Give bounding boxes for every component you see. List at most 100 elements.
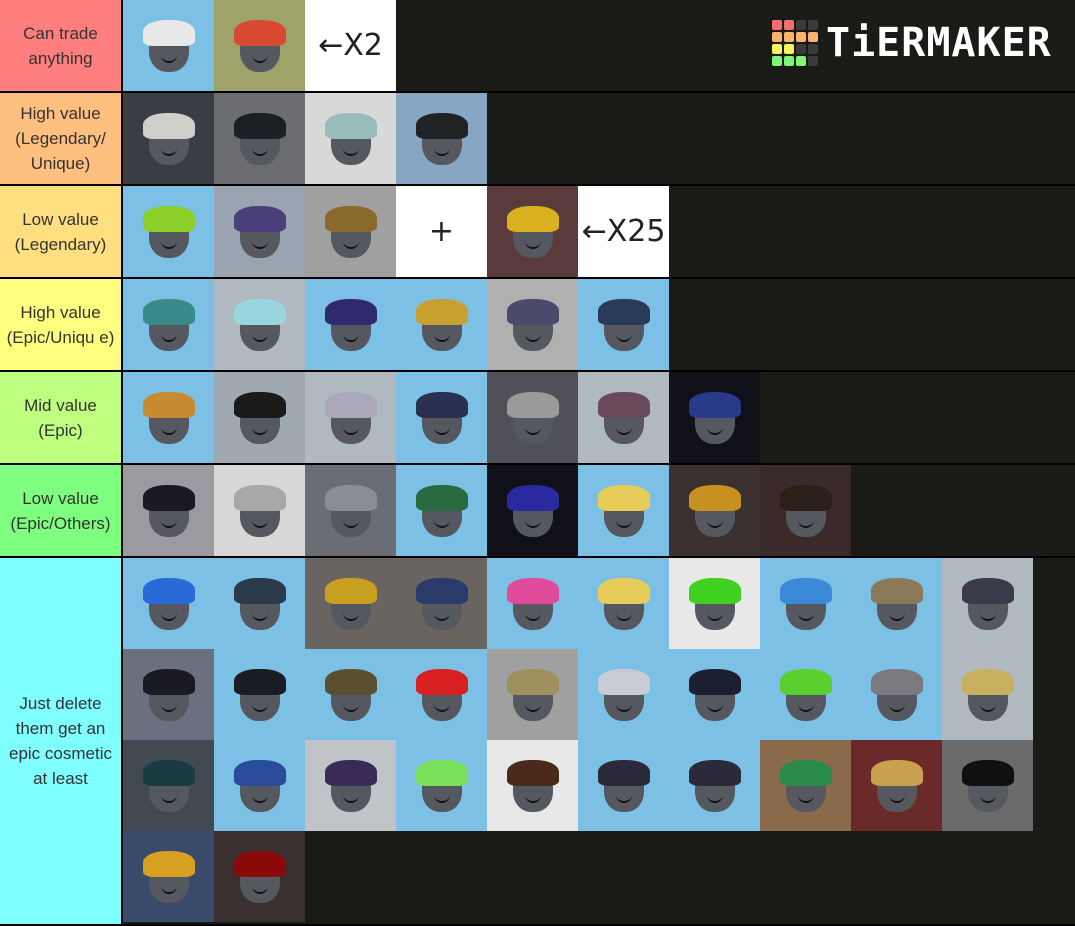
tier-item-black-cap[interactable] <box>214 372 305 463</box>
tier-item-white-cap-hat[interactable] <box>123 0 214 91</box>
cosmetic-icon <box>597 485 650 512</box>
cosmetic-icon <box>142 578 195 605</box>
tier-item-white-hat-long-hair[interactable] <box>305 372 396 463</box>
tier-item-long-silver-hair[interactable] <box>305 465 396 556</box>
cosmetic-icon <box>324 669 377 696</box>
tier-item-gold-helmet[interactable] <box>487 649 578 740</box>
tier-item-green-spiky-top[interactable] <box>760 649 851 740</box>
logo-grid-cell <box>772 56 782 66</box>
logo-grid-cell <box>784 44 794 54</box>
tier-item-menacing-face[interactable] <box>487 279 578 370</box>
tier-item-green-ball[interactable] <box>760 740 851 831</box>
tier-item-note-x2[interactable]: ←X2 <box>305 0 396 91</box>
tier-row: Low value (Epic/Others) <box>0 465 1075 558</box>
tier-item-dio-headband[interactable] <box>123 279 214 370</box>
tier-item-harlequin-scarf[interactable] <box>123 831 214 922</box>
tier-item-blue-long-hair[interactable] <box>123 558 214 649</box>
tier-item-purple-side-hair[interactable] <box>305 740 396 831</box>
tier-item-black-stone-mask[interactable] <box>942 740 1033 831</box>
tier-item-blonde-braids[interactable] <box>942 649 1033 740</box>
tier-item-note-plus[interactable]: + <box>396 186 487 277</box>
tier-item-gold-item[interactable] <box>487 186 578 277</box>
tier-item-blue-shard[interactable] <box>396 558 487 649</box>
cosmetic-icon <box>688 760 741 787</box>
tier-item-dio-cap[interactable] <box>123 93 214 184</box>
tier-row: Low value (Legendary) + ←X25 <box>0 186 1075 279</box>
cosmetic-icon <box>324 392 377 419</box>
tier-item-blue-hair-horseshoe[interactable] <box>214 279 305 370</box>
tier-item-red-boxing-glove[interactable] <box>214 831 305 922</box>
tier-label[interactable]: Low value (Epic/Others) <box>0 465 123 556</box>
tier-item-scroll[interactable] <box>851 740 942 831</box>
tier-label[interactable]: High value (Epic/Uniqu e) <box>0 279 123 370</box>
tier-item-bandana[interactable] <box>214 558 305 649</box>
tier-item-black-spiky-hair[interactable] <box>214 649 305 740</box>
logo-grid-cell <box>808 44 818 54</box>
tier-item-pink-hair[interactable] <box>487 558 578 649</box>
tier-label[interactable]: Mid value (Epic) <box>0 372 123 463</box>
tier-item-small-avatar[interactable] <box>305 93 396 184</box>
tier-label[interactable]: Low value (Legendary) <box>0 186 123 277</box>
tier-label[interactable]: High value (Legendary/ Unique) <box>0 93 123 184</box>
tier-item-silver-spiky-hair[interactable] <box>578 649 669 740</box>
tier-item-green-spiky-hair[interactable] <box>396 465 487 556</box>
tier-label[interactable]: Can trade anything <box>0 0 123 91</box>
tier-item-arrow[interactable] <box>305 186 396 277</box>
tier-label[interactable]: Just delete them get an epic cosmetic at… <box>0 558 123 924</box>
cosmetic-icon <box>870 578 923 605</box>
tier-item-black-mask[interactable] <box>669 649 760 740</box>
cosmetic-icon <box>961 760 1014 787</box>
tier-item-horned-hood[interactable] <box>214 465 305 556</box>
logo-grid-cell <box>808 20 818 30</box>
cosmetic-icon <box>961 669 1014 696</box>
tier-item-blond-spiky-hair[interactable] <box>578 558 669 649</box>
cosmetic-icon <box>506 578 559 605</box>
tier-item-teal-hair[interactable] <box>123 740 214 831</box>
cosmetic-icon <box>324 760 377 787</box>
tier-item-blond-hair[interactable] <box>396 279 487 370</box>
tier-item-wide-brim-hat[interactable] <box>851 558 942 649</box>
logo-grid-cell <box>796 44 806 54</box>
cosmetic-icon <box>142 392 195 419</box>
tier-item-pompadour[interactable] <box>396 372 487 463</box>
cosmetic-icon <box>597 578 650 605</box>
cosmetic-icon <box>324 299 377 326</box>
tier-item-thrasher-avatar[interactable] <box>669 372 760 463</box>
tier-item-gold-coin[interactable] <box>305 558 396 649</box>
tier-item-checkered-top-hat-2[interactable] <box>669 740 760 831</box>
tier-item-green-swirl-hair[interactable] <box>396 740 487 831</box>
cosmetic-icon <box>597 669 650 696</box>
tier-item-blue-hood-hair[interactable] <box>214 740 305 831</box>
tier-item-striped-hat[interactable] <box>487 372 578 463</box>
logo-grid-cell <box>784 20 794 30</box>
cosmetic-icon <box>870 760 923 787</box>
tier-item-yellow-pigtails[interactable] <box>578 465 669 556</box>
tier-item-grey-pompadour[interactable] <box>851 649 942 740</box>
tier-item-long-dark-hair[interactable] <box>214 93 305 184</box>
cosmetic-icon <box>506 392 559 419</box>
tier-item-note-x25[interactable]: ←X25 <box>578 186 669 277</box>
cosmetic-icon <box>142 20 195 47</box>
tier-item-red-hair[interactable] <box>396 649 487 740</box>
tier-item-striped-beanie[interactable] <box>578 372 669 463</box>
tier-item-star-cap[interactable] <box>305 279 396 370</box>
tier-item-blue-hat-figure[interactable] <box>487 465 578 556</box>
tier-item-pink-glasses[interactable] <box>760 558 851 649</box>
tier-item-dark-spiky-hair[interactable] <box>396 93 487 184</box>
tier-item-purple-hair[interactable] <box>214 186 305 277</box>
tier-item-green-hair-buns[interactable] <box>123 186 214 277</box>
tier-item-orange-dreads[interactable] <box>123 372 214 463</box>
tier-item-green-bowl-hair[interactable] <box>669 558 760 649</box>
tier-item-jotaro-hat[interactable] <box>578 279 669 370</box>
tier-item-dark-curly-hair[interactable] <box>123 649 214 740</box>
tier-item-red-jacket-avatar[interactable] <box>214 0 305 91</box>
logo-grid-cell <box>784 32 794 42</box>
tier-item-brown-long-hair[interactable] <box>487 740 578 831</box>
tier-item-bob-hair[interactable] <box>123 465 214 556</box>
tier-item-black-book[interactable] <box>760 465 851 556</box>
tier-item-cowboy-hat[interactable] <box>305 649 396 740</box>
tier-item-braided-hair[interactable] <box>942 558 1033 649</box>
tier-item-gold-block[interactable] <box>669 465 760 556</box>
logo-grid-cell <box>772 44 782 54</box>
tier-item-checkered-top-hat[interactable] <box>578 740 669 831</box>
